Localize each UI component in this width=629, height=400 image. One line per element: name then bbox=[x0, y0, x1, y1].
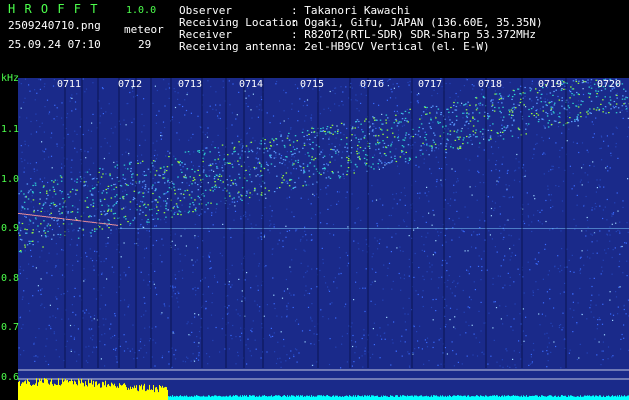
x-tick-0717: 0717 bbox=[418, 79, 443, 90]
meteor-count: 29 bbox=[138, 38, 152, 51]
x-tick-0713: 0713 bbox=[178, 79, 203, 90]
y-tick-0-7: 0.7 bbox=[1, 322, 20, 333]
x-tick-0712: 0712 bbox=[118, 79, 143, 90]
meteor-label: meteor bbox=[124, 23, 164, 36]
y-tick-0-9: 0.9 bbox=[1, 223, 20, 234]
y-tick-0-6: 0.6 bbox=[1, 372, 20, 383]
x-tick-0719: 0719 bbox=[538, 79, 563, 90]
y-axis-unit: kHz bbox=[1, 73, 20, 84]
spectrogram-background bbox=[18, 78, 629, 400]
x-tick-0716: 0716 bbox=[360, 79, 385, 90]
y-tick-1-1: 1.1 bbox=[1, 124, 20, 135]
y-tick-0-8: 0.8 bbox=[1, 273, 20, 284]
x-tick-0714: 0714 bbox=[239, 79, 264, 90]
x-tick-0711: 0711 bbox=[57, 79, 82, 90]
info-value-antenna: : 2el-HB9CV Vertical (el. E-W) bbox=[291, 40, 490, 53]
spectrogram-svg bbox=[18, 78, 629, 400]
info-label-antenna: Receiving antenna bbox=[179, 40, 292, 53]
x-tick-0718: 0718 bbox=[478, 79, 503, 90]
datetime: 25.09.24 07:10 bbox=[8, 38, 101, 51]
y-tick-1-0: 1.0 bbox=[1, 174, 20, 185]
app-version: 1.0.0 bbox=[126, 5, 157, 16]
app-name: H R O F F T bbox=[8, 2, 99, 16]
x-tick-0720: 0720 bbox=[597, 79, 622, 90]
spectrogram-plot bbox=[18, 78, 629, 400]
filename: 2509240710.png bbox=[8, 19, 101, 32]
x-tick-0715: 0715 bbox=[300, 79, 325, 90]
